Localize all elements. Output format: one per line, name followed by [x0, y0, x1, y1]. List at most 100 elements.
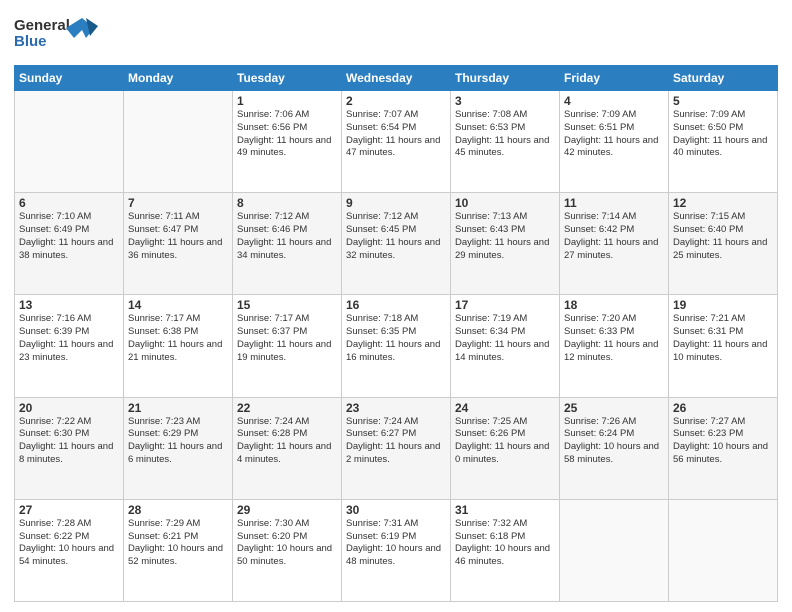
- calendar-cell: 26Sunrise: 7:27 AM Sunset: 6:23 PM Dayli…: [669, 397, 778, 499]
- day-info: Sunrise: 7:24 AM Sunset: 6:27 PM Dayligh…: [346, 416, 446, 467]
- calendar-cell: 17Sunrise: 7:19 AM Sunset: 6:34 PM Dayli…: [451, 295, 560, 397]
- day-number: 14: [128, 298, 228, 312]
- calendar-cell: 5Sunrise: 7:09 AM Sunset: 6:50 PM Daylig…: [669, 91, 778, 193]
- day-number: 28: [128, 503, 228, 517]
- day-info: Sunrise: 7:17 AM Sunset: 6:38 PM Dayligh…: [128, 313, 228, 364]
- day-info: Sunrise: 7:28 AM Sunset: 6:22 PM Dayligh…: [19, 518, 119, 569]
- calendar-cell: 30Sunrise: 7:31 AM Sunset: 6:19 PM Dayli…: [342, 499, 451, 601]
- calendar-week-3: 13Sunrise: 7:16 AM Sunset: 6:39 PM Dayli…: [15, 295, 778, 397]
- calendar-cell: 31Sunrise: 7:32 AM Sunset: 6:18 PM Dayli…: [451, 499, 560, 601]
- calendar-cell: 12Sunrise: 7:15 AM Sunset: 6:40 PM Dayli…: [669, 193, 778, 295]
- day-info: Sunrise: 7:06 AM Sunset: 6:56 PM Dayligh…: [237, 109, 337, 160]
- calendar-table: SundayMondayTuesdayWednesdayThursdayFrid…: [14, 65, 778, 602]
- calendar-cell: 20Sunrise: 7:22 AM Sunset: 6:30 PM Dayli…: [15, 397, 124, 499]
- day-number: 6: [19, 196, 119, 210]
- day-number: 12: [673, 196, 773, 210]
- day-info: Sunrise: 7:08 AM Sunset: 6:53 PM Dayligh…: [455, 109, 555, 160]
- calendar-cell: [15, 91, 124, 193]
- day-info: Sunrise: 7:18 AM Sunset: 6:35 PM Dayligh…: [346, 313, 446, 364]
- day-info: Sunrise: 7:21 AM Sunset: 6:31 PM Dayligh…: [673, 313, 773, 364]
- day-info: Sunrise: 7:23 AM Sunset: 6:29 PM Dayligh…: [128, 416, 228, 467]
- day-number: 30: [346, 503, 446, 517]
- day-number: 9: [346, 196, 446, 210]
- day-number: 27: [19, 503, 119, 517]
- day-info: Sunrise: 7:09 AM Sunset: 6:50 PM Dayligh…: [673, 109, 773, 160]
- calendar-week-4: 20Sunrise: 7:22 AM Sunset: 6:30 PM Dayli…: [15, 397, 778, 499]
- day-info: Sunrise: 7:26 AM Sunset: 6:24 PM Dayligh…: [564, 416, 664, 467]
- day-info: Sunrise: 7:14 AM Sunset: 6:42 PM Dayligh…: [564, 211, 664, 262]
- calendar-header-tuesday: Tuesday: [233, 66, 342, 91]
- day-number: 19: [673, 298, 773, 312]
- day-info: Sunrise: 7:31 AM Sunset: 6:19 PM Dayligh…: [346, 518, 446, 569]
- day-number: 29: [237, 503, 337, 517]
- calendar-cell: 1Sunrise: 7:06 AM Sunset: 6:56 PM Daylig…: [233, 91, 342, 193]
- calendar-cell: 3Sunrise: 7:08 AM Sunset: 6:53 PM Daylig…: [451, 91, 560, 193]
- day-info: Sunrise: 7:12 AM Sunset: 6:45 PM Dayligh…: [346, 211, 446, 262]
- day-number: 15: [237, 298, 337, 312]
- calendar-cell: 9Sunrise: 7:12 AM Sunset: 6:45 PM Daylig…: [342, 193, 451, 295]
- calendar-header-row: SundayMondayTuesdayWednesdayThursdayFrid…: [15, 66, 778, 91]
- calendar-cell: 13Sunrise: 7:16 AM Sunset: 6:39 PM Dayli…: [15, 295, 124, 397]
- day-info: Sunrise: 7:20 AM Sunset: 6:33 PM Dayligh…: [564, 313, 664, 364]
- day-info: Sunrise: 7:16 AM Sunset: 6:39 PM Dayligh…: [19, 313, 119, 364]
- calendar-cell: 24Sunrise: 7:25 AM Sunset: 6:26 PM Dayli…: [451, 397, 560, 499]
- day-number: 26: [673, 401, 773, 415]
- day-number: 13: [19, 298, 119, 312]
- calendar-cell: 14Sunrise: 7:17 AM Sunset: 6:38 PM Dayli…: [124, 295, 233, 397]
- calendar-header-thursday: Thursday: [451, 66, 560, 91]
- day-info: Sunrise: 7:30 AM Sunset: 6:20 PM Dayligh…: [237, 518, 337, 569]
- calendar-cell: 27Sunrise: 7:28 AM Sunset: 6:22 PM Dayli…: [15, 499, 124, 601]
- calendar-cell: 25Sunrise: 7:26 AM Sunset: 6:24 PM Dayli…: [560, 397, 669, 499]
- calendar-cell: 6Sunrise: 7:10 AM Sunset: 6:49 PM Daylig…: [15, 193, 124, 295]
- day-number: 7: [128, 196, 228, 210]
- calendar-cell: [669, 499, 778, 601]
- day-info: Sunrise: 7:12 AM Sunset: 6:46 PM Dayligh…: [237, 211, 337, 262]
- calendar-header-saturday: Saturday: [669, 66, 778, 91]
- day-info: Sunrise: 7:22 AM Sunset: 6:30 PM Dayligh…: [19, 416, 119, 467]
- day-info: Sunrise: 7:24 AM Sunset: 6:28 PM Dayligh…: [237, 416, 337, 467]
- day-number: 23: [346, 401, 446, 415]
- day-number: 22: [237, 401, 337, 415]
- svg-text:Blue: Blue: [14, 33, 47, 50]
- calendar-header-monday: Monday: [124, 66, 233, 91]
- calendar-cell: 10Sunrise: 7:13 AM Sunset: 6:43 PM Dayli…: [451, 193, 560, 295]
- day-number: 17: [455, 298, 555, 312]
- calendar-cell: 11Sunrise: 7:14 AM Sunset: 6:42 PM Dayli…: [560, 193, 669, 295]
- page: General Blue SundayMondayTuesdayWednesda…: [0, 0, 792, 612]
- day-number: 8: [237, 196, 337, 210]
- day-info: Sunrise: 7:09 AM Sunset: 6:51 PM Dayligh…: [564, 109, 664, 160]
- day-number: 25: [564, 401, 664, 415]
- calendar-header-wednesday: Wednesday: [342, 66, 451, 91]
- day-info: Sunrise: 7:25 AM Sunset: 6:26 PM Dayligh…: [455, 416, 555, 467]
- day-number: 5: [673, 94, 773, 108]
- calendar-cell: 19Sunrise: 7:21 AM Sunset: 6:31 PM Dayli…: [669, 295, 778, 397]
- calendar-cell: 8Sunrise: 7:12 AM Sunset: 6:46 PM Daylig…: [233, 193, 342, 295]
- day-info: Sunrise: 7:07 AM Sunset: 6:54 PM Dayligh…: [346, 109, 446, 160]
- calendar-cell: 16Sunrise: 7:18 AM Sunset: 6:35 PM Dayli…: [342, 295, 451, 397]
- logo: General Blue: [14, 10, 104, 59]
- calendar-cell: 23Sunrise: 7:24 AM Sunset: 6:27 PM Dayli…: [342, 397, 451, 499]
- calendar-cell: 21Sunrise: 7:23 AM Sunset: 6:29 PM Dayli…: [124, 397, 233, 499]
- day-number: 1: [237, 94, 337, 108]
- calendar-cell: 18Sunrise: 7:20 AM Sunset: 6:33 PM Dayli…: [560, 295, 669, 397]
- day-number: 20: [19, 401, 119, 415]
- day-number: 21: [128, 401, 228, 415]
- day-number: 10: [455, 196, 555, 210]
- day-number: 3: [455, 94, 555, 108]
- calendar-header-sunday: Sunday: [15, 66, 124, 91]
- day-number: 31: [455, 503, 555, 517]
- calendar-cell: 4Sunrise: 7:09 AM Sunset: 6:51 PM Daylig…: [560, 91, 669, 193]
- day-info: Sunrise: 7:19 AM Sunset: 6:34 PM Dayligh…: [455, 313, 555, 364]
- calendar-week-5: 27Sunrise: 7:28 AM Sunset: 6:22 PM Dayli…: [15, 499, 778, 601]
- day-info: Sunrise: 7:29 AM Sunset: 6:21 PM Dayligh…: [128, 518, 228, 569]
- calendar-cell: 22Sunrise: 7:24 AM Sunset: 6:28 PM Dayli…: [233, 397, 342, 499]
- calendar-cell: [124, 91, 233, 193]
- day-info: Sunrise: 7:15 AM Sunset: 6:40 PM Dayligh…: [673, 211, 773, 262]
- calendar-cell: 2Sunrise: 7:07 AM Sunset: 6:54 PM Daylig…: [342, 91, 451, 193]
- svg-text:General: General: [14, 17, 70, 34]
- logo-icon: General Blue: [14, 10, 104, 54]
- day-info: Sunrise: 7:27 AM Sunset: 6:23 PM Dayligh…: [673, 416, 773, 467]
- calendar-week-2: 6Sunrise: 7:10 AM Sunset: 6:49 PM Daylig…: [15, 193, 778, 295]
- day-number: 11: [564, 196, 664, 210]
- calendar-cell: 28Sunrise: 7:29 AM Sunset: 6:21 PM Dayli…: [124, 499, 233, 601]
